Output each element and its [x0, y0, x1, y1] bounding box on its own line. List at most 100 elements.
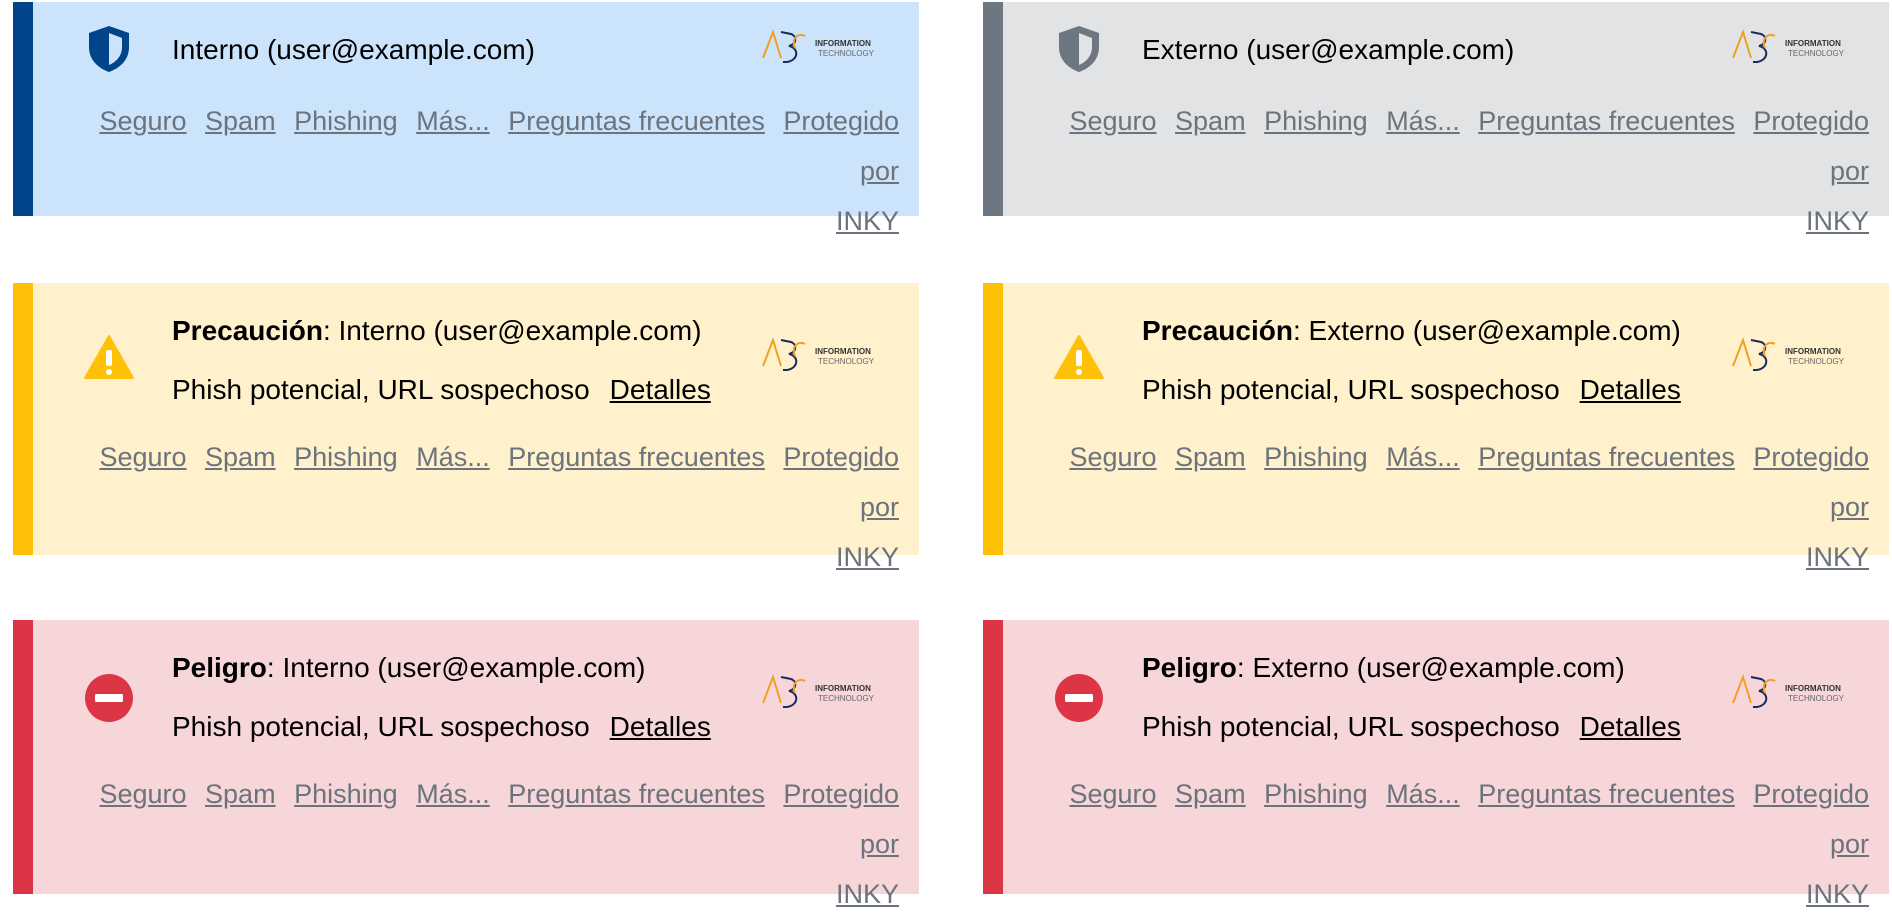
svg-text:TECHNOLOGY: TECHNOLOGY	[818, 357, 875, 366]
safe-link[interactable]: Seguro	[1069, 779, 1156, 809]
shield-icon	[83, 23, 135, 75]
detail-line: Phish potencial, URL sospechoso Detalles	[172, 711, 711, 743]
more-link[interactable]: Más...	[1386, 106, 1460, 136]
banner-title: Peligro: Externo (user@example.com)	[1142, 652, 1625, 684]
svg-text:TECHNOLOGY: TECHNOLOGY	[818, 694, 875, 703]
title-text: : Externo (user@example.com)	[1292, 315, 1681, 346]
abc-it-logo: INFORMATION TECHNOLOGY	[761, 26, 893, 70]
more-link[interactable]: Más...	[416, 442, 490, 472]
banner-title: Precaución: Interno (user@example.com)	[172, 315, 702, 347]
safe-link[interactable]: Seguro	[1069, 442, 1156, 472]
inky-link[interactable]: INKY	[836, 206, 899, 236]
shield-icon	[1053, 23, 1105, 75]
inky-link[interactable]: INKY	[1806, 879, 1869, 909]
safe-link[interactable]: Seguro	[99, 106, 186, 136]
abc-it-logo: INFORMATION TECHNOLOGY	[761, 334, 893, 378]
spam-link[interactable]: Spam	[205, 106, 276, 136]
details-link[interactable]: Detalles	[610, 711, 711, 742]
inky-link[interactable]: INKY	[836, 879, 899, 909]
title-text: : Externo (user@example.com)	[1236, 652, 1625, 683]
svg-text:TECHNOLOGY: TECHNOLOGY	[1788, 49, 1845, 58]
inky-link[interactable]: INKY	[836, 542, 899, 572]
banner-title: Peligro: Interno (user@example.com)	[172, 652, 645, 684]
abc-it-logo: INFORMATION TECHNOLOGY	[1731, 334, 1863, 378]
banner-internal-safe: Interno (user@example.com) INFORMATION TE…	[13, 2, 919, 236]
safe-link[interactable]: Seguro	[99, 442, 186, 472]
svg-text:INFORMATION: INFORMATION	[1785, 347, 1841, 356]
detail-text: Phish potencial, URL sospechoso	[172, 374, 590, 405]
detail-text: Phish potencial, URL sospechoso	[172, 711, 590, 742]
phishing-link[interactable]: Phishing	[294, 442, 398, 472]
details-link[interactable]: Detalles	[1580, 711, 1681, 742]
spam-link[interactable]: Spam	[205, 442, 276, 472]
more-link[interactable]: Más...	[416, 779, 490, 809]
level-label: Peligro	[1142, 652, 1237, 683]
footer-links: Seguro Spam Phishing Más... Preguntas fr…	[1039, 96, 1869, 246]
banner-external-safe: Externo (user@example.com) INFORMATION TE…	[983, 2, 1889, 236]
phishing-link[interactable]: Phishing	[294, 106, 398, 136]
abc-it-logo: INFORMATION TECHNOLOGY	[1731, 671, 1863, 715]
banner-title: Interno (user@example.com)	[172, 34, 536, 65]
spam-link[interactable]: Spam	[205, 779, 276, 809]
more-link[interactable]: Más...	[1386, 779, 1460, 809]
phishing-link[interactable]: Phishing	[1264, 442, 1368, 472]
footer-links: Seguro Spam Phishing Más... Preguntas fr…	[1039, 432, 1869, 582]
danger-circle-icon	[83, 672, 135, 724]
faq-link[interactable]: Preguntas frecuentes	[1478, 442, 1735, 472]
more-link[interactable]: Más...	[1386, 442, 1460, 472]
detail-text: Phish potencial, URL sospechoso	[1142, 711, 1560, 742]
faq-link[interactable]: Preguntas frecuentes	[1478, 106, 1735, 136]
protected-by-link[interactable]: Protegido por	[783, 442, 899, 522]
svg-text:TECHNOLOGY: TECHNOLOGY	[1788, 357, 1845, 366]
detail-text: Phish potencial, URL sospechoso	[1142, 374, 1560, 405]
faq-link[interactable]: Preguntas frecuentes	[508, 442, 765, 472]
banner-internal-danger: Peligro: Interno (user@example.com) Phis…	[13, 620, 919, 909]
details-link[interactable]: Detalles	[610, 374, 711, 405]
phishing-link[interactable]: Phishing	[1264, 106, 1368, 136]
banner-external-caution: Precaución: Externo (user@example.com) P…	[983, 283, 1889, 572]
safe-link[interactable]: Seguro	[1069, 106, 1156, 136]
safe-link[interactable]: Seguro	[99, 779, 186, 809]
detail-line: Phish potencial, URL sospechoso Detalles	[172, 374, 711, 406]
svg-text:INFORMATION: INFORMATION	[815, 347, 871, 356]
banner-title: Externo (user@example.com)	[1142, 34, 1515, 65]
protected-by-link[interactable]: Protegido por	[783, 106, 899, 186]
footer-links: Seguro Spam Phishing Más... Preguntas fr…	[69, 96, 899, 246]
title-text: : Interno (user@example.com)	[266, 652, 646, 683]
warning-triangle-icon	[1053, 332, 1105, 384]
detail-line: Phish potencial, URL sospechoso Detalles	[1142, 374, 1681, 406]
footer-links: Seguro Spam Phishing Más... Preguntas fr…	[69, 432, 899, 582]
protected-by-link[interactable]: Protegido por	[1753, 106, 1869, 186]
banner-title: Precaución: Externo (user@example.com)	[1142, 315, 1681, 347]
inky-link[interactable]: INKY	[1806, 206, 1869, 236]
svg-text:INFORMATION: INFORMATION	[815, 684, 871, 693]
details-link[interactable]: Detalles	[1580, 374, 1681, 405]
spam-link[interactable]: Spam	[1175, 442, 1246, 472]
protected-by-link[interactable]: Protegido por	[1753, 779, 1869, 859]
more-link[interactable]: Más...	[416, 106, 490, 136]
inky-link[interactable]: INKY	[1806, 542, 1869, 572]
footer-links: Seguro Spam Phishing Más... Preguntas fr…	[69, 769, 899, 919]
abc-it-logo: INFORMATION TECHNOLOGY	[761, 671, 893, 715]
spam-link[interactable]: Spam	[1175, 106, 1246, 136]
faq-link[interactable]: Preguntas frecuentes	[508, 106, 765, 136]
svg-text:INFORMATION: INFORMATION	[1785, 684, 1841, 693]
svg-text:TECHNOLOGY: TECHNOLOGY	[1788, 694, 1845, 703]
phishing-link[interactable]: Phishing	[294, 779, 398, 809]
protected-by-link[interactable]: Protegido por	[783, 779, 899, 859]
banner-external-danger: Peligro: Externo (user@example.com) Phis…	[983, 620, 1889, 909]
level-label: Precaución	[1142, 315, 1293, 346]
svg-text:TECHNOLOGY: TECHNOLOGY	[818, 49, 875, 58]
spam-link[interactable]: Spam	[1175, 779, 1246, 809]
level-label: Precaución	[172, 315, 323, 346]
faq-link[interactable]: Preguntas frecuentes	[508, 779, 765, 809]
danger-circle-icon	[1053, 672, 1105, 724]
title-text: : Interno (user@example.com)	[322, 315, 702, 346]
faq-link[interactable]: Preguntas frecuentes	[1478, 779, 1735, 809]
protected-by-link[interactable]: Protegido por	[1753, 442, 1869, 522]
warning-triangle-icon	[83, 332, 135, 384]
svg-text:INFORMATION: INFORMATION	[1785, 39, 1841, 48]
footer-links: Seguro Spam Phishing Más... Preguntas fr…	[1039, 769, 1869, 919]
abc-it-logo: INFORMATION TECHNOLOGY	[1731, 26, 1863, 70]
phishing-link[interactable]: Phishing	[1264, 779, 1368, 809]
